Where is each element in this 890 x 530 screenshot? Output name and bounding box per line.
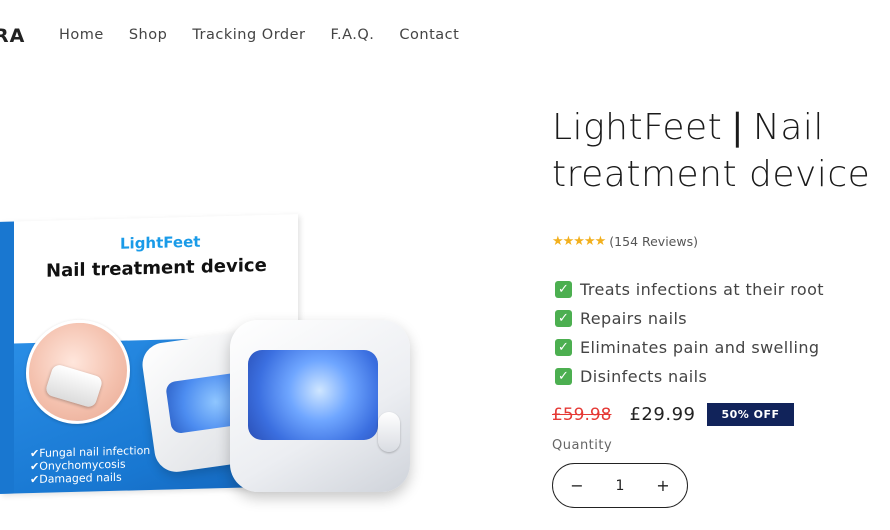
star-rating-icon: ★★★★★	[552, 234, 606, 249]
device-illustration-front	[230, 320, 410, 492]
nav-tracking-order[interactable]: Tracking Order	[192, 27, 305, 43]
product-image[interactable]: LightFeet Nail treatment device ✔Fungal …	[0, 200, 440, 510]
feature-item: ✓ Treats infections at their root	[555, 275, 824, 304]
quantity-stepper: − 1 +	[552, 463, 688, 508]
quantity-increase-button[interactable]: +	[653, 476, 673, 495]
product-title: LightFeet❘Nail treatment device	[552, 104, 870, 198]
feature-item: ✓ Eliminates pain and swelling	[555, 333, 824, 362]
price-row: £59.98 £29.99 50% OFF	[552, 403, 794, 426]
box-feature-list: ✔Fungal nail infection ✔Onychomycosis ✔D…	[30, 444, 150, 486]
feature-list: ✓ Treats infections at their root ✓ Repa…	[555, 275, 824, 391]
feature-label: Disinfects nails	[580, 367, 708, 386]
product-title-line2: treatment device	[552, 154, 871, 195]
check-mark-icon: ✓	[555, 310, 572, 327]
original-price: £59.98	[552, 404, 612, 425]
feature-label: Repairs nails	[580, 309, 688, 328]
quantity-label: Quantity	[552, 438, 613, 453]
device-light-front	[248, 350, 378, 440]
box-brand-text: LightFeet	[120, 232, 201, 253]
product-title-line1: LightFeet❘Nail	[552, 107, 824, 148]
feature-label: Eliminates pain and swelling	[580, 338, 820, 357]
check-mark-icon: ✓	[555, 368, 572, 385]
box-title-text: Nail treatment device	[46, 254, 267, 282]
sale-price: £29.99	[629, 404, 696, 425]
discount-badge: 50% OFF	[707, 403, 794, 426]
nav-home[interactable]: Home	[59, 27, 104, 43]
product-rating[interactable]: ★★★★★ (154 Reviews)	[552, 234, 698, 249]
quantity-input[interactable]: 1	[616, 478, 625, 494]
device-button	[378, 412, 400, 452]
feature-item: ✓ Repairs nails	[555, 304, 824, 333]
check-mark-icon: ✓	[555, 281, 572, 298]
check-mark-icon: ✓	[555, 339, 572, 356]
box-side-panel	[0, 221, 14, 494]
feature-item: ✓ Disinfects nails	[555, 362, 824, 391]
feature-label: Treats infections at their root	[580, 280, 824, 299]
nav-shop[interactable]: Shop	[129, 27, 167, 43]
quantity-decrease-button[interactable]: −	[567, 476, 587, 495]
nav-faq[interactable]: F.A.Q.	[331, 27, 375, 43]
main-navigation: Home Shop Tracking Order F.A.Q. Contact	[59, 27, 459, 43]
site-logo[interactable]: RA	[0, 25, 25, 47]
nav-contact[interactable]: Contact	[399, 27, 459, 43]
review-count[interactable]: (154 Reviews)	[609, 234, 698, 249]
